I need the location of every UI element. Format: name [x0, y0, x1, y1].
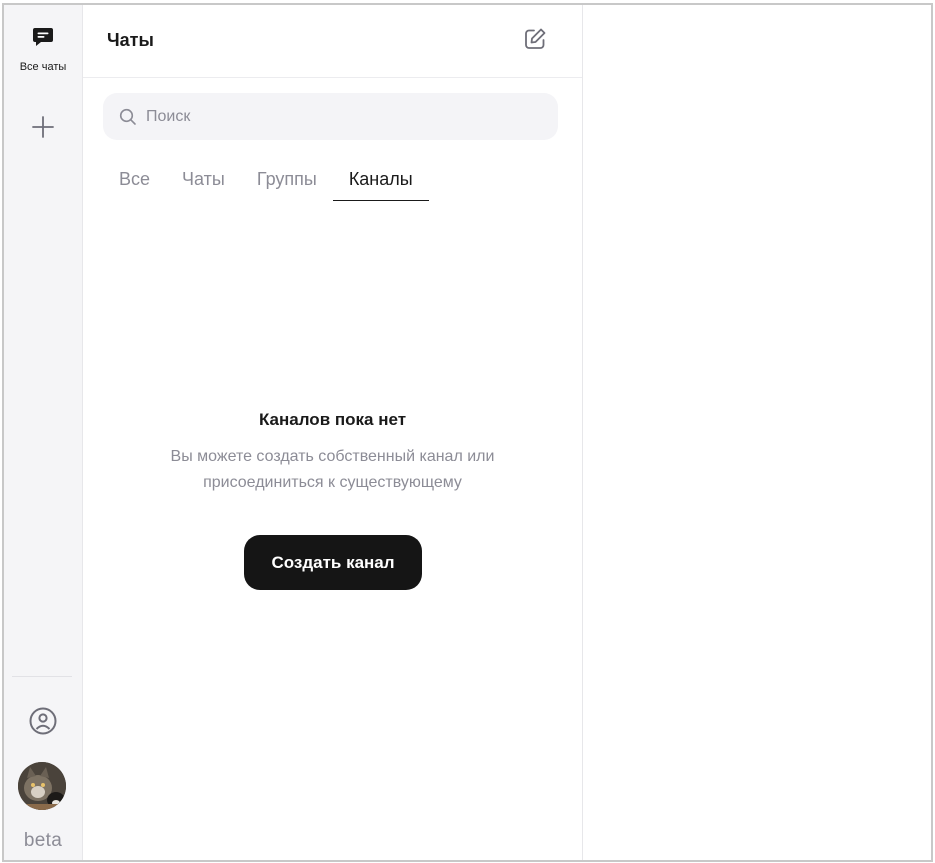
compose-button[interactable] — [521, 27, 549, 55]
rail-divider — [12, 676, 72, 677]
search-icon — [119, 108, 137, 126]
page-title: Чаты — [107, 30, 154, 50]
profile-button[interactable] — [27, 707, 59, 739]
empty-state: Каналов пока нет Вы можете создать собст… — [83, 410, 582, 496]
tab-channels[interactable]: Каналы — [332, 165, 429, 201]
search-box — [103, 93, 558, 140]
left-rail: Все чаты beta — [4, 5, 83, 860]
create-channel-button[interactable]: Создать канал — [244, 535, 422, 590]
tab-chats[interactable]: Чаты — [166, 165, 241, 199]
panel-header: Чаты — [83, 5, 582, 78]
filter-tabs: Все Чаты Группы Каналы — [103, 165, 429, 203]
add-button[interactable] — [28, 114, 58, 144]
plus-icon — [32, 115, 54, 143]
tab-all[interactable]: Все — [103, 165, 166, 199]
profile-circle-icon — [28, 706, 58, 741]
chat-bubble-icon — [31, 25, 55, 54]
chats-panel: Чаты Все Чаты Групп — [83, 5, 583, 860]
empty-state-description: Вы можете создать собственный канал или … — [170, 448, 495, 491]
compose-edit-icon — [523, 27, 547, 56]
conversation-area — [583, 5, 931, 860]
rail-item-all-chats-label: Все чаты — [19, 61, 67, 73]
search-input[interactable] — [144, 106, 548, 127]
avatar[interactable] — [18, 762, 66, 810]
rail-item-all-chats[interactable]: Все чаты — [4, 25, 82, 73]
tab-groups[interactable]: Группы — [241, 165, 333, 199]
beta-label: beta — [23, 830, 63, 851]
empty-state-title: Каналов пока нет — [258, 410, 407, 429]
cat-avatar-image — [18, 762, 66, 810]
app-window: Все чаты beta Чаты Поиск Все Чаты Группы… — [2, 3, 933, 862]
